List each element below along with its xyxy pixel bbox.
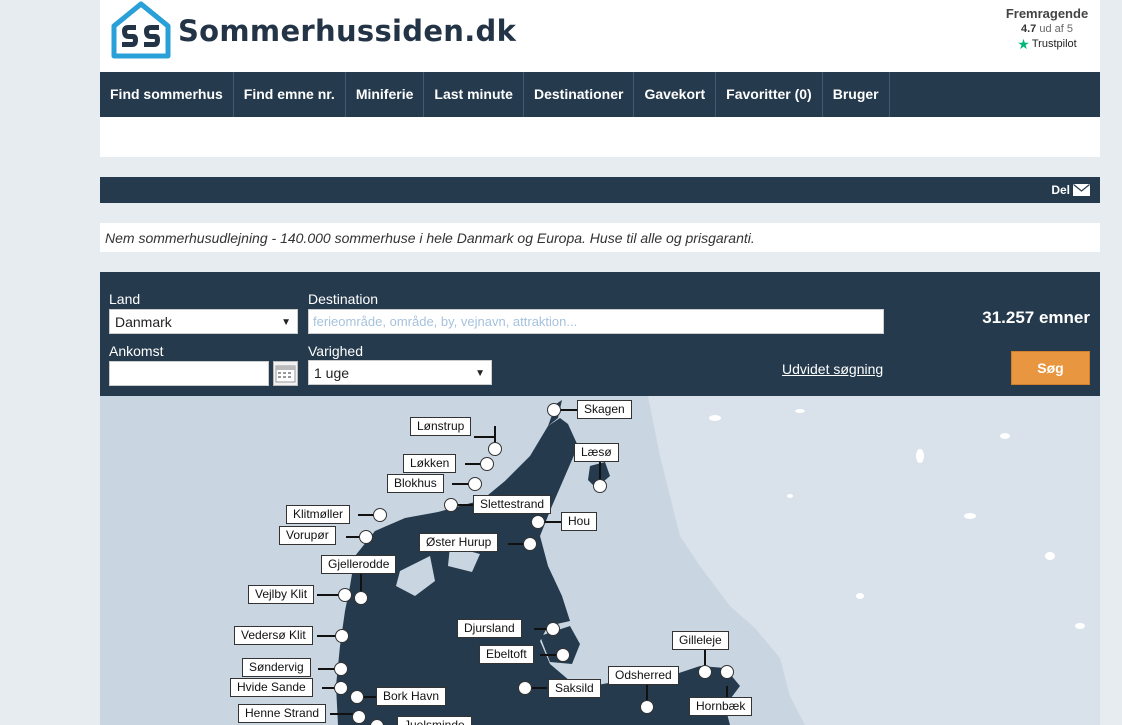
ankomst-input[interactable] [109,361,269,386]
map-pin-lokken[interactable] [480,457,494,471]
dropdown-arrow-icon: ▼ [475,368,485,379]
map-pin-oster-hurup[interactable] [523,537,537,551]
map-pin-henne-strand[interactable] [352,710,366,724]
brand-name: Sommerhussiden.dk [178,14,517,48]
connector [474,436,494,438]
connector [317,635,337,637]
map-label-blokhus[interactable]: Blokhus [387,474,444,493]
map-label-hou[interactable]: Hou [561,512,598,531]
advanced-search-link[interactable]: Udvidet søgning [782,361,883,377]
map-pin-slettestrand[interactable] [444,498,458,512]
map-pin-hou[interactable] [531,515,545,529]
ankomst-label: Ankomst [109,343,164,359]
site-logo[interactable]: Sommerhussiden.dk [110,0,516,60]
map-pin-vorupor[interactable] [359,530,373,544]
map-pin-hvide-sande[interactable] [334,681,348,695]
map-pin-laeso[interactable] [593,479,607,493]
nav-destinationer[interactable]: Destinationer [524,72,635,117]
map-pin-lonstrup[interactable] [488,442,502,456]
map-label-laeso[interactable]: Læsø [574,443,619,462]
nav-last-minute[interactable]: Last minute [424,72,524,117]
tagline: Nem sommerhusudlejning - 140.000 sommerh… [100,223,1100,252]
map-label-gjellerodde[interactable]: Gjellerodde [321,555,397,574]
map-label-slettestrand[interactable]: Slettestrand [473,495,552,514]
trustpilot-rating: Fremragende [1005,6,1089,21]
map-pin-sondervig[interactable] [334,662,348,676]
trustpilot-brand-label: Trustpilot [1031,38,1077,50]
trustpilot-score: 4.7 ud af 5 [1002,23,1092,35]
map-pin-bork-havn[interactable] [350,690,364,704]
trustpilot-score-value: 4.7 [1021,23,1037,35]
map-label-skagen[interactable]: Skagen [577,400,632,419]
map-pin-vederso-klit[interactable] [335,629,349,643]
map-pin-gjellerodde[interactable] [354,591,368,605]
map-label-henne-strand[interactable]: Henne Strand [238,704,327,723]
destination-map[interactable]: Skagen Lønstrup Læsø Løkken Blokhus Slet… [100,396,1100,725]
result-count: 31.257 emner [982,308,1090,327]
search-panel: Land Danmark ▼ Destination ferieområde, … [100,272,1100,396]
destination-label: Destination [308,291,379,307]
varighed-select-value: 1 uge [314,365,350,381]
envelope-icon[interactable] [1073,184,1090,196]
map-pin-blokhus[interactable] [468,477,482,491]
connector [530,687,547,689]
map-pin-gilleleje[interactable] [698,665,712,679]
trustpilot-brand: ★ Trustpilot [1002,37,1092,51]
map-label-klitmoller[interactable]: Klitmøller [286,505,350,524]
map-label-odsherred[interactable]: Odsherred [608,666,679,685]
map-label-lokken[interactable]: Løkken [403,454,457,473]
main-nav: Find sommerhus Find emne nr. Miniferie L… [100,72,1100,117]
map-label-oster-hurup[interactable]: Øster Hurup [419,533,499,552]
trustpilot-score-suffix: ud af 5 [1039,23,1073,35]
nav-favoritter[interactable]: Favoritter (0) [716,72,823,117]
site-header: Sommerhussiden.dk Fremragende 4.7 ud af … [100,0,1100,72]
connector [458,504,474,506]
map-pin-klitmoller[interactable] [373,508,387,522]
trustpilot-widget[interactable]: Fremragende 4.7 ud af 5 ★ Trustpilot [1002,6,1092,51]
dropdown-arrow-icon: ▼ [281,317,291,328]
calendar-icon[interactable] [273,361,298,386]
map-pin-saksild[interactable] [518,681,532,695]
varighed-label: Varighed [308,343,364,359]
house-logo-icon [111,1,171,59]
connector [508,543,524,545]
land-select-value: Danmark [115,314,172,330]
map-label-hornbaek[interactable]: Hornbæk [689,697,753,716]
map-label-vorupor[interactable]: Vorupør [279,526,336,545]
star-icon: ★ [1017,36,1030,52]
varighed-select[interactable]: 1 uge ▼ [308,360,492,385]
land-select[interactable]: Danmark ▼ [109,309,298,334]
connector [545,521,562,523]
map-label-gilleleje[interactable]: Gilleleje [672,631,729,650]
nav-gavekort[interactable]: Gavekort [634,72,717,117]
map-label-vederso-klit[interactable]: Vedersø Klit [234,626,313,645]
map-pin-ebeltoft[interactable] [556,648,570,662]
map-pin-hornbaek[interactable] [720,665,734,679]
search-button[interactable]: Søg [1011,351,1090,385]
destination-input[interactable]: ferieområde, område, by, vejnavn, attrak… [308,309,884,334]
nav-find-emne[interactable]: Find emne nr. [234,72,346,117]
map-label-ebeltoft[interactable]: Ebeltoft [479,645,534,664]
map-label-djursland[interactable]: Djursland [457,619,522,638]
connector [346,536,360,538]
map-label-juelsminde[interactable]: Juelsminde [397,716,472,725]
map-pin-skagen[interactable] [547,403,561,417]
map-label-vejlby-klit[interactable]: Vejlby Klit [248,585,315,604]
land-label: Land [109,291,141,307]
map-label-sondervig[interactable]: Søndervig [242,658,311,677]
share-bar: Del [100,177,1100,203]
map-pin-vejlby-klit[interactable] [338,588,352,602]
map-label-bork-havn[interactable]: Bork Havn [376,687,447,706]
connector [358,514,374,516]
map-pin-djursland[interactable] [546,622,560,636]
map-label-saksild[interactable]: Saksild [548,679,601,698]
nav-bruger[interactable]: Bruger [823,72,890,117]
nav-find-sommerhus[interactable]: Find sommerhus [100,72,234,117]
sub-nav-strip [100,117,1100,157]
share-label[interactable]: Del [1051,183,1070,197]
map-pin-odsherred[interactable] [640,700,654,714]
map-label-hvide-sande[interactable]: Hvide Sande [230,678,313,697]
map-label-lonstrup[interactable]: Lønstrup [410,417,472,436]
nav-miniferie[interactable]: Miniferie [346,72,425,117]
